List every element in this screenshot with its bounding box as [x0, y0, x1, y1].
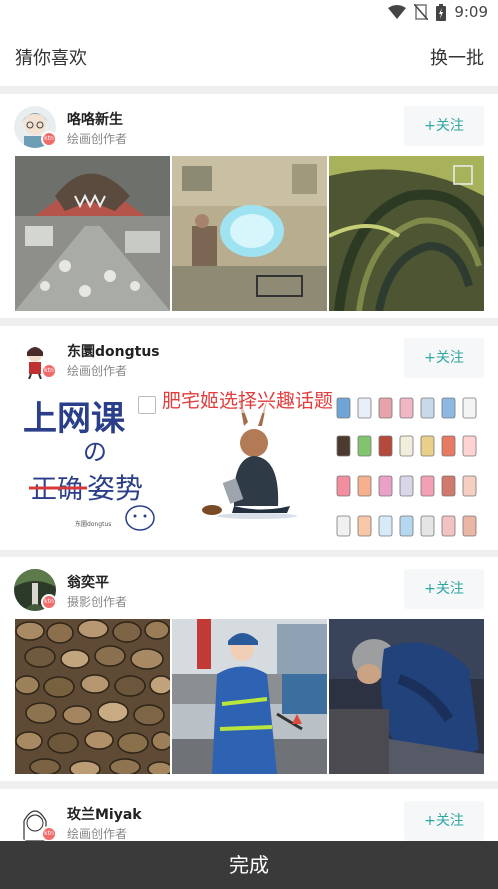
status-icons: 9:09 — [388, 3, 488, 21]
top-bar: 猜你喜欢 换一批 — [0, 26, 498, 86]
level-badge: ktn — [41, 594, 57, 610]
page-title: 猜你喜欢 — [15, 48, 87, 69]
thumb-text-no: の — [83, 438, 107, 466]
divider — [0, 86, 498, 94]
creator-role: 绘画创作者 — [67, 827, 128, 841]
status-time: 9:09 — [454, 3, 488, 21]
level-badge: ktn — [41, 826, 57, 841]
no-signal-icon — [414, 4, 429, 20]
creator-name[interactable]: 东圜dongtus — [67, 341, 160, 361]
overlay-topic-label: 肥宅姬选择兴趣话题 — [162, 386, 334, 413]
level-badge: ktn — [41, 131, 57, 147]
artwork-thumbnail[interactable] — [15, 156, 170, 311]
divider — [0, 318, 498, 326]
refresh-button[interactable]: 换一批 — [430, 44, 484, 70]
creator-role: 绘画创作者 — [67, 132, 128, 146]
creator-card: ktn 咯咯新生 绘画创作者 +关注 — [0, 94, 498, 318]
thumb-text-strike: 正确 — [31, 475, 83, 505]
follow-button[interactable]: +关注 — [404, 338, 484, 378]
follow-button[interactable]: +关注 — [404, 801, 484, 841]
divider — [0, 781, 498, 789]
photo-thumbnail[interactable] — [329, 619, 484, 774]
creator-card: ktn 翁奕平 摄影创作者 +关注 — [0, 557, 498, 781]
level-badge: ktn — [41, 363, 57, 379]
done-button[interactable]: 完成 — [0, 841, 498, 889]
creator-name[interactable]: 玫兰Miyak — [67, 804, 142, 824]
thumb-text-title: 上网课 — [23, 399, 126, 439]
battery-charging-icon — [436, 3, 447, 21]
follow-button[interactable]: +关注 — [404, 106, 484, 146]
photo-thumbnail[interactable] — [15, 619, 170, 774]
topic-checkbox[interactable] — [138, 396, 156, 414]
artwork-thumbnail[interactable] — [172, 156, 327, 311]
creator-role: 绘画创作者 — [67, 364, 128, 378]
creator-card: ktn 东圜dongtus 绘画创作者 +关注 上网课 の 正确 姿势 东圜do… — [0, 326, 498, 550]
follow-button[interactable]: +关注 — [404, 569, 484, 609]
status-bar: 9:09 — [0, 0, 498, 26]
thumb-text-signature: 东圜dongtus — [75, 520, 111, 528]
wifi-icon — [388, 5, 407, 19]
artwork-thumbnail[interactable] — [329, 388, 484, 543]
creator-name[interactable]: 咯咯新生 — [67, 109, 123, 129]
photo-thumbnail[interactable] — [172, 619, 327, 774]
thumb-text-posture: 姿势 — [87, 472, 143, 505]
artwork-thumbnail[interactable] — [329, 156, 484, 311]
creator-role: 摄影创作者 — [67, 595, 128, 609]
creator-card: ktn 玫兰Miyak 绘画创作者 +关注 — [0, 789, 498, 841]
creator-name[interactable]: 翁奕平 — [67, 572, 109, 592]
